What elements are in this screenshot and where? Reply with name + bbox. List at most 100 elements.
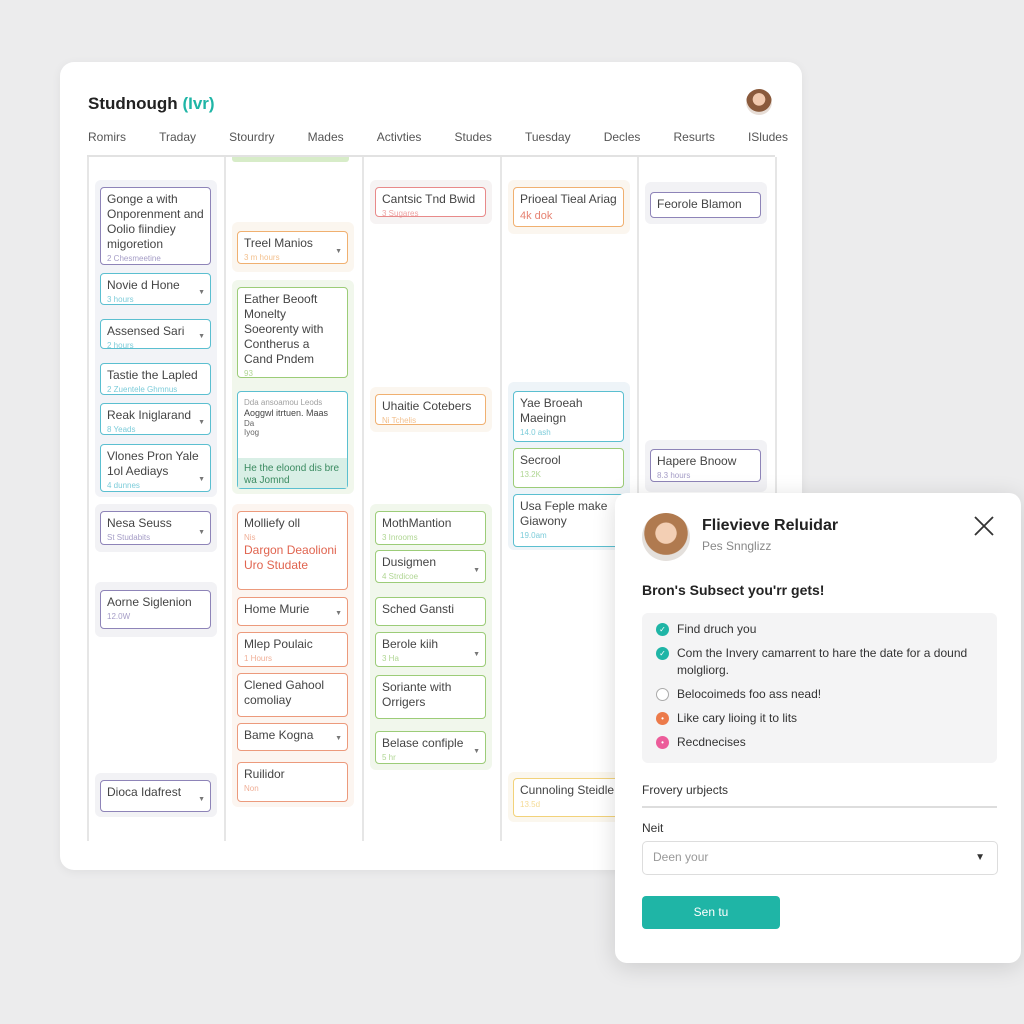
chevron-down-icon[interactable]: ▼	[198, 415, 205, 430]
task-card[interactable]: MothMantion 3 Inrooms	[375, 511, 486, 545]
card-meta: 2 Zuentele Ghmnus	[107, 385, 178, 394]
checklist-item[interactable]: ✓ Find druch you	[656, 621, 983, 638]
checklist-item[interactable]: ✓ Com the Invery camarrent to hare the da…	[656, 645, 983, 679]
card-meta: Dda ansoamou Leods	[244, 398, 323, 407]
chevron-down-icon[interactable]: ▼	[473, 563, 480, 578]
check-circle-icon[interactable]: ✓	[656, 623, 669, 636]
task-card[interactable]: Cunnoling Steidle 13.5d	[513, 778, 624, 817]
card-meta: Nis	[244, 533, 256, 542]
card-title: Home Murie	[244, 602, 310, 616]
task-card[interactable]: Yae Broeah Maeingn 14.0 ash	[513, 391, 624, 442]
card-title: Berole kiih	[382, 637, 439, 651]
task-card[interactable]: Nesa Seuss St Studabits ▼	[100, 511, 211, 545]
next-select[interactable]: Deen your ▼	[642, 841, 998, 875]
chevron-down-icon[interactable]: ▼	[473, 647, 480, 662]
card-title: Dioca Idafrest	[107, 785, 182, 799]
card-title: Assensed Sari	[107, 324, 185, 338]
card-meta: 3 m hours	[244, 253, 280, 262]
card-meta: 1 Hours	[244, 654, 273, 663]
task-card[interactable]: Cantsic Tnd Bwid 3 Sugares	[375, 187, 486, 218]
task-card[interactable]: Home Murie ▼	[237, 597, 348, 626]
tab-4[interactable]: Activties	[377, 130, 422, 144]
card-title: Reak Iniglarand	[107, 408, 192, 422]
user-avatar[interactable]	[746, 89, 772, 115]
chevron-down-icon[interactable]: ▼	[198, 329, 205, 344]
task-card[interactable]: Hapere Bnoow 8.3 hours	[650, 449, 761, 482]
task-card[interactable]: Dioca Idafrest ▼	[100, 780, 211, 812]
partial-circle-icon[interactable]: •	[656, 712, 669, 725]
tab-3[interactable]: Mades	[308, 130, 344, 144]
task-card[interactable]: Secrool 13.2K	[513, 448, 624, 488]
task-card[interactable]: Uhaitie Cotebers Ni Tchelis	[375, 394, 486, 425]
task-card[interactable]: Tastie the Lapled 2 Zuentele Ghmnus	[100, 363, 211, 395]
checklist-text: Find druch you	[677, 622, 757, 636]
card-extra: Da Iyog	[244, 419, 260, 437]
tab-1[interactable]: Traday	[159, 130, 196, 144]
task-card[interactable]: Aorne Siglenion 12.0W	[100, 590, 211, 629]
tab-8[interactable]: Resurts	[674, 130, 715, 144]
card-meta: 4 dunnes	[107, 481, 140, 490]
tab-0[interactable]: Romirs	[88, 130, 126, 144]
task-card[interactable]: Usa Feple make Giawony 19.0am	[513, 494, 624, 547]
tab-6[interactable]: Tuesday	[525, 130, 571, 144]
tab-2[interactable]: Stourdry	[229, 130, 274, 144]
task-card[interactable]: Bame Kogna ▼	[237, 723, 348, 751]
card-meta: 3 Ha	[382, 654, 399, 663]
chevron-down-icon[interactable]: ▼	[335, 606, 342, 621]
card-meta: 13.5d	[520, 800, 541, 809]
card-title: Secrool	[520, 453, 561, 467]
field-label-next: Neit	[642, 821, 664, 835]
tab-7[interactable]: Decles	[604, 130, 641, 144]
checklist-item[interactable]: • Recdnecises	[656, 734, 983, 751]
submit-button[interactable]: Sen tu	[642, 896, 780, 929]
task-card[interactable]: Eather Beooft Monelty Soeorenty with Con…	[237, 287, 348, 378]
task-card[interactable]: Clened Gahool comoliay	[237, 673, 348, 717]
task-card[interactable]: Novie d Hone 3 hours ▼	[100, 273, 211, 305]
check-circle-icon[interactable]: ✓	[656, 647, 669, 660]
card-meta: 19.0am	[520, 531, 547, 540]
task-card[interactable]: Dusigmen 4 Strdicoe ▼	[375, 550, 486, 583]
card-meta: 14.0 ash	[520, 428, 551, 437]
task-card[interactable]: Vlones Pron Yale 1ol Aediays 4 dunnes ▼	[100, 444, 211, 492]
task-card[interactable]: Berole kiih 3 Ha ▼	[375, 632, 486, 667]
task-card[interactable]: Prioeal Tieal Ariag 4k dok	[513, 187, 624, 227]
chevron-down-icon[interactable]: ▼	[198, 525, 205, 540]
modal-avatar	[642, 513, 690, 561]
card-title: Cantsic Tnd Bwid	[382, 192, 476, 206]
chevron-down-icon[interactable]: ▼	[335, 731, 342, 746]
card-title: Aoggwl itrtuen. Maas	[244, 408, 329, 418]
tab-9[interactable]: ISludes	[748, 130, 788, 144]
column-divider	[500, 157, 502, 841]
card-title: Gonge a with Onporenment and Oolio fiind…	[107, 192, 204, 251]
task-card[interactable]: Belase confiple 5 hr ▼	[375, 731, 486, 764]
checklist-item[interactable]: Belocoimeds foo ass nead!	[656, 686, 983, 703]
task-card[interactable]: Gonge a with Onporenment and Oolio fiind…	[100, 187, 211, 265]
card-title: Soriante with Orrigers	[382, 680, 452, 709]
chevron-down-icon[interactable]: ▼	[473, 744, 480, 759]
card-title: Nesa Seuss	[107, 516, 172, 530]
chevron-down-icon[interactable]: ▼	[198, 792, 205, 807]
checklist-item[interactable]: • Like cary lioing it to lits	[656, 710, 983, 727]
card-meta: 4 Strdicoe	[382, 572, 419, 581]
task-card[interactable]: Dda ansoamou Leods Aoggwl itrtuen. Maas Da…	[237, 391, 348, 489]
task-card[interactable]: Assensed Sari 2 hours ▼	[100, 319, 211, 350]
task-card[interactable]: Mlep Poulaic 1 Hours	[237, 632, 348, 667]
task-card[interactable]: Molliefy oll Nis Dargon Deaolioni Uro Stud…	[237, 511, 348, 590]
close-icon[interactable]	[971, 513, 997, 539]
empty-circle-icon[interactable]	[656, 688, 669, 701]
chevron-down-icon[interactable]: ▼	[198, 285, 205, 300]
card-title: Usa Feple make Giawony	[520, 499, 608, 528]
card-meta: 8.3 hours	[657, 471, 691, 480]
card-meta: 13.2K	[520, 470, 541, 479]
task-card[interactable]: Sched Gansti	[375, 597, 486, 626]
card-title: Treel Manios	[244, 236, 313, 250]
partial-circle-icon[interactable]: •	[656, 736, 669, 749]
task-card[interactable]: Soriante with Orrigers	[375, 675, 486, 719]
task-card[interactable]: Ruilidor Non	[237, 762, 348, 802]
task-card[interactable]: Treel Manios 3 m hours ▼	[237, 231, 348, 264]
chevron-down-icon[interactable]: ▼	[198, 472, 205, 487]
tab-5[interactable]: Studes	[455, 130, 492, 144]
task-card[interactable]: Reak Iniglarand 8 Yeads ▼	[100, 403, 211, 435]
task-card[interactable]: Feorole Blamon	[650, 192, 761, 218]
chevron-down-icon[interactable]: ▼	[335, 244, 342, 259]
